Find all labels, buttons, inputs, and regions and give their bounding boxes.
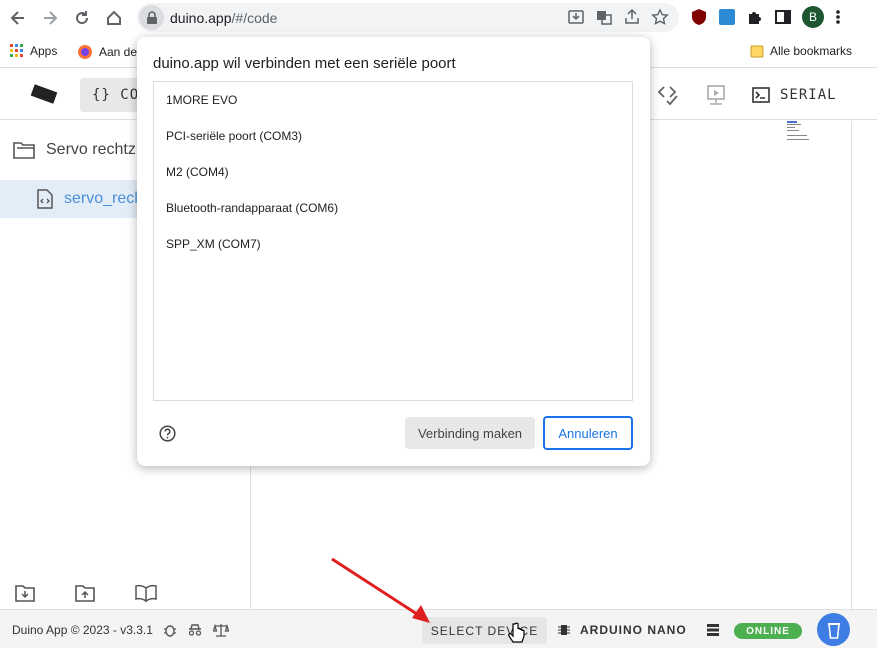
server-icon[interactable]	[706, 623, 720, 637]
back-icon[interactable]	[7, 7, 29, 29]
port-item[interactable]: SPP_XM (COM7)	[154, 226, 632, 262]
terminal-icon	[752, 87, 770, 103]
project-name: Servo rechtz	[46, 141, 136, 158]
folder-icon	[750, 45, 764, 58]
share-icon[interactable]	[623, 8, 641, 26]
chip-logo-icon	[30, 84, 58, 104]
port-item[interactable]: 1MORE EVO	[154, 82, 632, 118]
bookmark-aan-de[interactable]: Aan de	[77, 44, 137, 60]
firefox-icon	[78, 45, 92, 59]
ublock-icon[interactable]	[690, 8, 708, 26]
profile-avatar[interactable]: B	[802, 6, 824, 28]
status-left: Duino App © 2023 - v3.3.1	[12, 623, 229, 637]
bookmark-all-label: Alle bookmarks	[770, 44, 853, 58]
dialog-title: duino.app wil verbinden met een seriële …	[153, 55, 456, 72]
port-item[interactable]: PCI-seriële poort (COM3)	[154, 118, 632, 154]
copyright-text: Duino App © 2023 - v3.3.1	[12, 623, 153, 637]
extensions-area: B	[690, 6, 842, 28]
upload-folder-icon[interactable]	[74, 583, 96, 603]
online-badge: ONLINE	[734, 623, 802, 639]
minimap[interactable]	[785, 121, 815, 151]
page-scrollbar[interactable]	[866, 121, 877, 648]
board-indicator[interactable]: ARDUINO NANO	[558, 623, 687, 637]
reload-icon[interactable]	[71, 7, 93, 29]
serial-port-dialog: duino.app wil verbinden met een seriële …	[137, 37, 650, 466]
help-icon[interactable]	[159, 425, 176, 442]
home-icon[interactable]	[103, 7, 125, 29]
apps-grid-icon	[10, 44, 23, 57]
chip-icon	[558, 625, 570, 635]
sidepanel-icon[interactable]	[774, 8, 792, 26]
connect-button[interactable]: Verbinding maken	[405, 417, 535, 449]
tab-code-label: {} CO	[92, 87, 140, 103]
status-bar: Duino App © 2023 - v3.3.1 SELECT DEVICE …	[0, 609, 877, 648]
url-text: duino.app/#/code	[170, 10, 278, 26]
port-list[interactable]: 1MORE EVO PCI-seriële poort (COM3) M2 (C…	[153, 81, 633, 401]
project-row[interactable]: Servo rechtz	[12, 139, 136, 161]
download-folder-icon[interactable]	[14, 583, 36, 603]
board-name: ARDUINO NANO	[580, 623, 687, 637]
install-icon[interactable]	[567, 8, 585, 26]
port-item[interactable]: Bluetooth-randapparaat (COM6)	[154, 190, 632, 226]
bookmark-all[interactable]: Alle bookmarks	[750, 44, 852, 58]
translate-icon[interactable]	[595, 8, 613, 26]
menu-icon[interactable]	[834, 8, 842, 26]
code-file-icon	[37, 189, 53, 209]
hand-cursor-icon	[508, 622, 525, 643]
upload-icon[interactable]	[705, 84, 727, 106]
sidebar-tools	[14, 583, 158, 603]
tab-code[interactable]: {} CO	[80, 78, 140, 112]
verify-icon[interactable]	[657, 84, 681, 106]
lock-icon[interactable]	[139, 5, 164, 30]
bookmark-apps-label: Apps	[30, 44, 58, 58]
select-device-button[interactable]: SELECT DEVICE	[422, 617, 547, 644]
incognito-icon[interactable]	[187, 623, 203, 637]
omnibox-actions	[567, 8, 669, 26]
tab-serial-label: SERIAL	[780, 87, 837, 103]
saml-icon[interactable]	[718, 8, 736, 26]
puzzle-icon[interactable]	[746, 8, 764, 26]
bug-icon[interactable]	[163, 623, 177, 637]
scale-icon[interactable]	[212, 623, 229, 637]
tab-serial[interactable]: SERIAL	[752, 78, 837, 112]
file-name: servo_rech	[64, 190, 144, 207]
bookmark-apps[interactable]: Apps	[10, 44, 57, 58]
forward-icon[interactable]	[39, 7, 61, 29]
browser-toolbar: duino.app/#/code B	[0, 0, 877, 36]
cup-icon	[827, 622, 840, 639]
book-icon[interactable]	[134, 583, 158, 603]
folder-outline-icon	[13, 142, 35, 159]
coffee-button[interactable]	[817, 613, 850, 646]
port-item[interactable]: M2 (COM4)	[154, 154, 632, 190]
address-bar[interactable]: duino.app/#/code	[137, 3, 679, 32]
online-label: ONLINE	[746, 625, 790, 637]
cancel-button[interactable]: Annuleren	[543, 416, 633, 450]
star-icon[interactable]	[651, 8, 669, 26]
bookmark-aan-de-label: Aan de	[99, 45, 138, 59]
